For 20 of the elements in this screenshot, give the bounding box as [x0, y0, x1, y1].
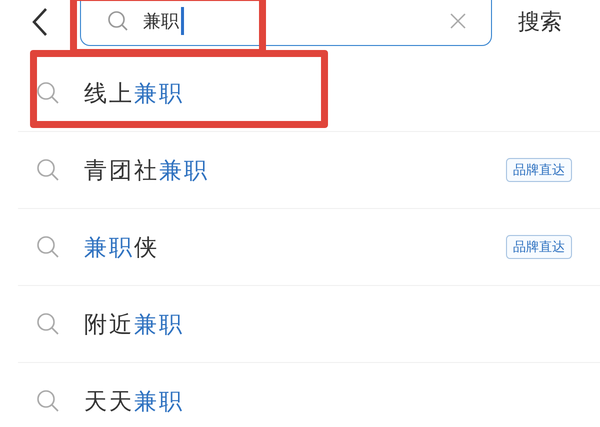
brand-badge: 品牌直达 — [506, 158, 572, 182]
search-button[interactable]: 搜索 — [518, 7, 562, 37]
suggestion-text: 线上兼职 — [84, 80, 184, 108]
suggestion-text: 天天兼职 — [84, 388, 184, 416]
suggestion-item[interactable]: 附近兼职 — [18, 286, 600, 363]
suggestion-text: 附近兼职 — [84, 310, 184, 340]
search-icon — [107, 10, 129, 32]
search-icon — [36, 235, 60, 259]
search-icon — [36, 158, 60, 182]
brand-badge: 品牌直达 — [506, 235, 572, 259]
search-icon — [36, 312, 60, 336]
search-field[interactable]: 兼职 — [80, 0, 492, 46]
suggestion-item[interactable]: 青团社兼职 品牌直达 — [18, 132, 600, 209]
suggestion-text: 兼职侠 — [84, 234, 159, 262]
search-icon — [36, 81, 60, 105]
suggestion-item[interactable]: 天天兼职 — [18, 363, 600, 427]
suggestion-text: 青团社兼职 — [84, 156, 209, 186]
search-icon — [36, 389, 60, 413]
suggestion-item[interactable]: 线上兼职 — [18, 55, 600, 132]
suggestion-item[interactable]: 兼职侠 品牌直达 — [18, 209, 600, 286]
